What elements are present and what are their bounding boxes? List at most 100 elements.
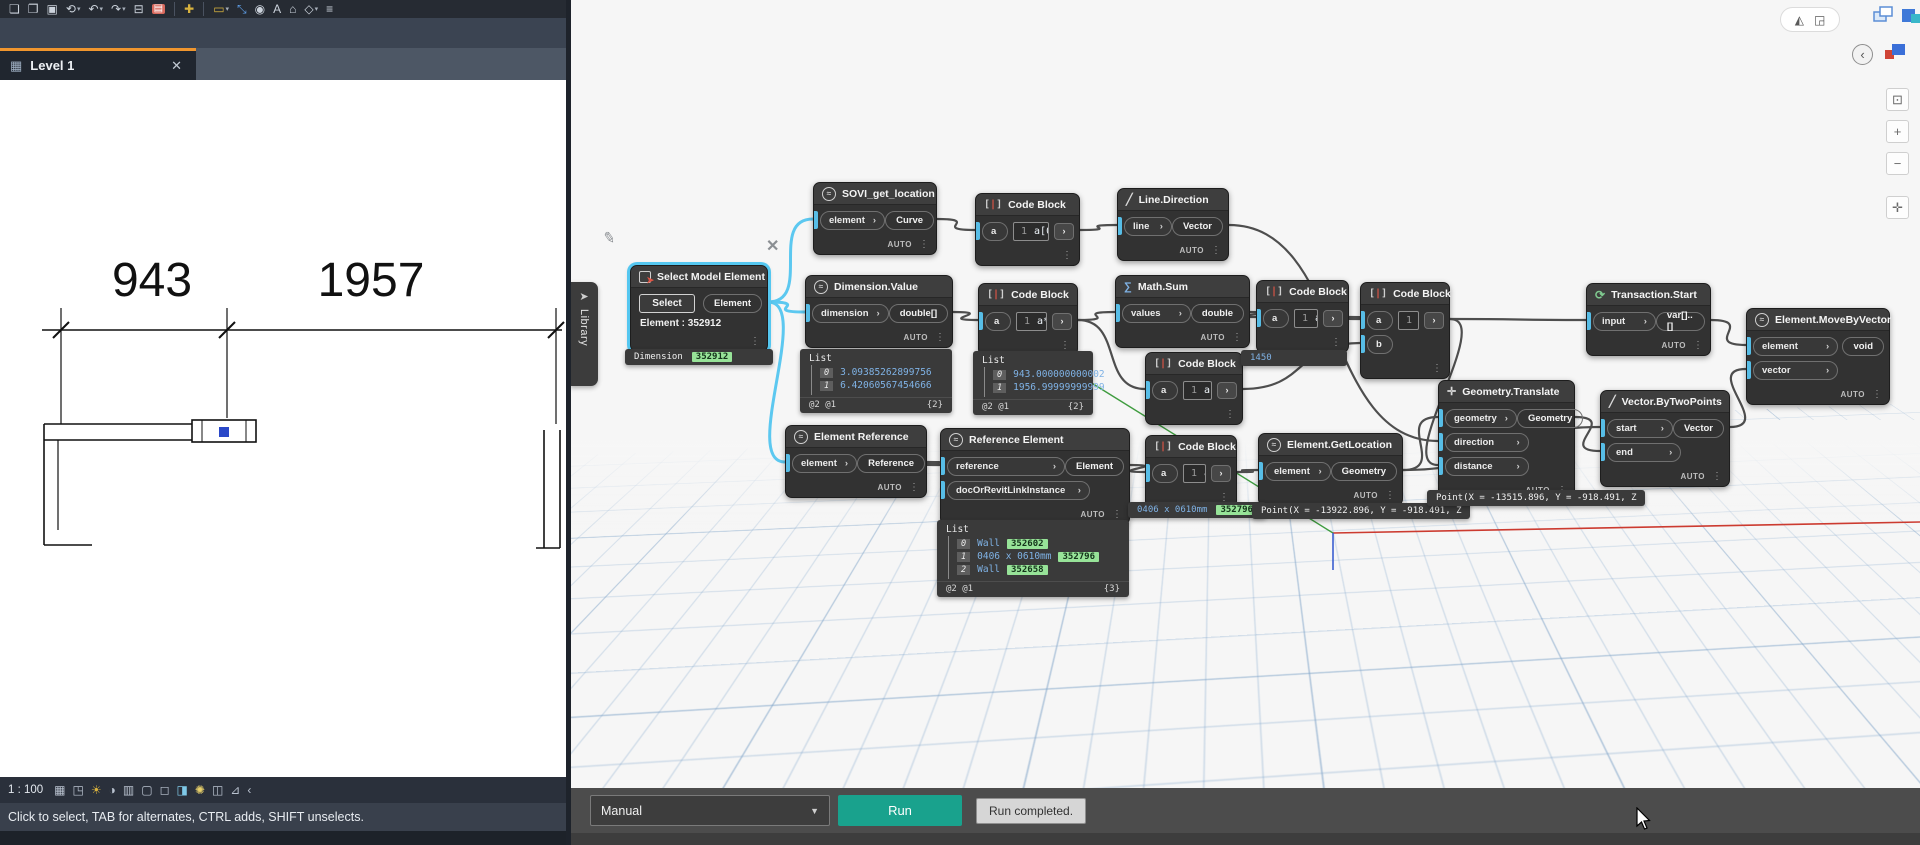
node-element-getlocation[interactable]: ≈ Element.GetLocation element › Geometry AUTO… (1258, 433, 1403, 506)
customize-quick-access-toolbar-icon[interactable]: ≡ (323, 0, 336, 18)
node-header[interactable]: [|] Code Block (1146, 353, 1242, 375)
node-code-block[interactable]: [|] Code Blocka1a/2; › ⋮ (1256, 280, 1349, 353)
node-menu-icon[interactable]: ⋮ (919, 239, 929, 250)
wire-cb_mul-to-math_sum[interactable] (1077, 310, 1116, 322)
node-header[interactable]: [|] Code Block (1257, 281, 1348, 303)
node-menu-icon[interactable]: ⋮ (935, 332, 945, 343)
input-port-values[interactable]: values › (1122, 303, 1191, 323)
node-header[interactable]: [|] Code Block (1146, 436, 1236, 458)
graph-view-icon[interactable] (1872, 5, 1894, 27)
input-port-element[interactable]: element › (820, 210, 886, 230)
section-icon[interactable]: ◇ ▾ (301, 0, 321, 18)
aligned-dimension-icon[interactable]: ⤡ (234, 0, 250, 18)
node-menu-icon[interactable]: ⋮ (909, 482, 919, 493)
output-port-geometry[interactable]: Geometry (1516, 408, 1584, 428)
wire-cb_a1-to-get_loc[interactable] (1236, 468, 1259, 474)
input-port-start[interactable]: start › (1607, 418, 1673, 438)
input-port-vector[interactable]: vector › (1753, 360, 1839, 380)
shadows-icon[interactable]: ◑ (109, 784, 116, 796)
pin-icon[interactable]: ✚ (181, 0, 197, 18)
crop-view-icon[interactable]: ▢ (141, 784, 152, 796)
detail-level-icon[interactable]: ▦ (54, 784, 65, 796)
output-port-double[interactable]: double (1190, 303, 1244, 323)
output-port-vector[interactable]: Vector (1672, 418, 1724, 438)
floor-plan-canvas[interactable]: 943 1957 (0, 80, 568, 777)
node-code-block[interactable]: [|] Code Blocka1a-b; › b ⋮ (1360, 282, 1451, 379)
code-input[interactable]: 1a*304.8; (1016, 311, 1047, 331)
default-3d-view-icon[interactable]: ⌂ (286, 0, 299, 18)
wire-select-to-elem_ref[interactable] (767, 300, 786, 464)
synchronize-icon[interactable]: ⟲ ▾ (63, 0, 84, 18)
node-menu-icon[interactable]: ⋮ (1693, 340, 1703, 351)
pan-button[interactable]: ✛ (1886, 196, 1909, 219)
node-element-reference[interactable]: ≈ Element Reference element › Reference AUTO ⋮ (785, 425, 927, 498)
node-header[interactable]: ≈ Element.MoveByVector (1747, 309, 1891, 331)
node-sovi-get-location[interactable]: ≈ SOVI_get_location element › Curve AUTO ⋮ (813, 182, 937, 255)
reveal-constraints-icon[interactable]: ⊿ (230, 784, 240, 796)
output-port[interactable]: › (1211, 464, 1231, 482)
measure-icon[interactable]: ▭ ▾ (210, 0, 232, 18)
input-port-reference[interactable]: reference › (947, 456, 1066, 476)
output-port-reference[interactable]: Reference (857, 453, 926, 473)
node-header[interactable]: ╱ Line.Direction (1118, 189, 1228, 211)
output-port-double[interactable]: double[] (888, 303, 949, 323)
wire-dim_val-to-cb_mul[interactable] (952, 310, 979, 322)
reveal-hidden-elements-icon[interactable]: ✺ (195, 784, 205, 796)
close-tab-icon[interactable]: ✕ (167, 58, 186, 74)
code-input[interactable]: 1a[0][0]; (1013, 221, 1049, 241)
lacing-auto-label[interactable]: AUTO (1080, 510, 1105, 519)
node-code-block[interactable]: [|] Code Blocka1a[0]; › ⋮ (1145, 352, 1243, 425)
node-menu-icon[interactable]: ⋮ (1385, 490, 1395, 501)
visual-style-icon[interactable]: ◳ (73, 784, 84, 796)
node-menu-icon[interactable]: ⋮ (1331, 337, 1341, 348)
input-port-geometry[interactable]: geometry › (1445, 408, 1517, 428)
select-button[interactable]: Select (639, 293, 696, 313)
show-rendering-dialog-icon[interactable]: ▥ (123, 784, 134, 796)
wire-transaction-to-move_vec[interactable] (1710, 318, 1747, 347)
input-port-distance[interactable]: distance › (1445, 456, 1529, 476)
node-code-block[interactable]: [|] Code Blocka1a*304.8; › ⋮ (978, 283, 1078, 356)
text-icon[interactable]: A (270, 0, 284, 18)
node-menu-icon[interactable]: ⋮ (1432, 363, 1442, 374)
node-header[interactable]: ≈ Dimension.Value (806, 276, 952, 298)
redo-icon[interactable]: ↷ ▾ (108, 0, 129, 18)
input-port-a[interactable]: a (1367, 310, 1393, 330)
preview-view-icon[interactable] (1900, 5, 1920, 27)
node-header[interactable]: ✛ Geometry.Translate (1439, 381, 1574, 403)
output-port[interactable]: › (1054, 222, 1074, 240)
worksharing-display-icon[interactable]: ◫ (212, 784, 223, 796)
node-select-model-element[interactable]: ➤ Select Model Element Select Element Elemen… (630, 265, 768, 352)
node-header[interactable]: ⟳ Transaction.Start (1587, 284, 1710, 306)
view-scale[interactable]: 1 : 100 (8, 784, 43, 796)
wire-ref_elem-to-cb_a1[interactable] (1128, 463, 1147, 474)
input-port-a[interactable]: a (985, 311, 1011, 331)
input-port-element[interactable]: element › (792, 453, 858, 473)
lacing-auto-label[interactable]: AUTO (887, 240, 912, 249)
show-crop-region-icon[interactable]: ◻ (160, 784, 170, 796)
code-input[interactable]: 1a[0]; (1183, 380, 1212, 400)
node-header[interactable]: ∑ Math.Sum (1116, 276, 1249, 298)
output-port[interactable]: › (1424, 311, 1444, 329)
run-status-button[interactable]: Run completed. (976, 798, 1087, 824)
export-workspace-icon[interactable]: ◲ (1814, 13, 1825, 27)
node-header[interactable]: ➤ Select Model Element (631, 266, 767, 288)
output-port-element[interactable]: Element (1065, 456, 1124, 476)
lacing-auto-label[interactable]: AUTO (1179, 246, 1204, 255)
zoom-out-button[interactable]: − (1886, 152, 1909, 175)
pane-divider[interactable] (566, 0, 571, 845)
lacing-auto-label[interactable]: AUTO (877, 483, 902, 492)
node-menu-icon[interactable]: ⋮ (1872, 389, 1882, 400)
node-menu-icon[interactable]: ⋮ (1060, 340, 1070, 351)
node-header[interactable]: [|] Code Block (1361, 283, 1451, 305)
element-id-badge[interactable]: 352912 (691, 352, 733, 362)
input-port-dimension[interactable]: dimension › (812, 303, 889, 323)
lacing-auto-label[interactable]: AUTO (903, 333, 928, 342)
undo-icon[interactable]: ↶ ▾ (85, 0, 106, 18)
lacing-auto-label[interactable]: AUTO (1200, 333, 1225, 342)
close-hidden-windows-icon[interactable]: ▤ (149, 0, 168, 18)
wire-cb_sub-to-transaction[interactable] (1449, 317, 1587, 322)
zoom-in-button[interactable]: + (1886, 120, 1909, 143)
print-icon[interactable]: ⊟ (131, 0, 147, 18)
node-menu-icon[interactable]: ⋮ (1232, 332, 1242, 343)
lacing-auto-label[interactable]: AUTO (1840, 390, 1865, 399)
